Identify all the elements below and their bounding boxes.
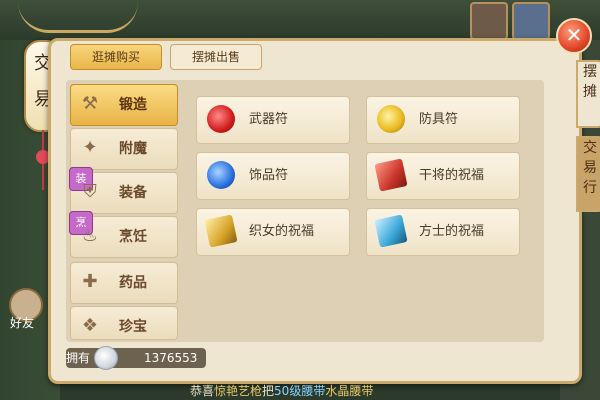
category-label: 装备 xyxy=(119,185,147,201)
category-label: 珍宝 xyxy=(119,319,147,335)
ticker-mid: 把 xyxy=(262,384,275,398)
hammer-icon: ⚒ xyxy=(81,93,99,114)
silver-coin-icon xyxy=(94,346,118,370)
top-ornament xyxy=(18,2,138,33)
friend-button[interactable]: 好友 xyxy=(6,288,46,330)
treasure-icon: ❖ xyxy=(81,315,99,336)
holding-amount: 1376553 xyxy=(144,351,198,365)
side-tab-char: 易 xyxy=(583,160,597,176)
system-ticker: 恭喜惊艳艺枪把50级腰带水晶腰带 xyxy=(190,382,570,400)
side-tab-char: 摊 xyxy=(583,84,597,100)
holding-label: 拥有 xyxy=(66,351,91,365)
item-name: 干将的祝福 xyxy=(419,168,485,183)
category-label: 附魔 xyxy=(119,141,147,157)
category-forge[interactable]: ⚒ 锻造 xyxy=(70,84,178,126)
category-label: 锻造 xyxy=(119,97,147,113)
tab-browse-buy[interactable]: 逛摊购买 xyxy=(70,44,162,70)
side-tab-char: 摆 xyxy=(583,64,597,80)
friend-label: 好友 xyxy=(10,316,35,330)
side-tab-char: 行 xyxy=(583,180,597,196)
red-scroll-icon xyxy=(374,158,408,192)
category-equipment[interactable]: 装 ⛨ 装备 xyxy=(69,167,178,214)
ticker-item: 50级腰带 xyxy=(274,384,326,398)
category-treasure[interactable]: ❖ 珍宝 xyxy=(70,306,178,340)
item-card[interactable]: 饰品符 xyxy=(196,152,350,200)
item-name: 方士的祝福 xyxy=(419,224,485,239)
side-tab-char: 交 xyxy=(583,140,597,156)
ticker-suffix: 水晶腰带 xyxy=(325,384,374,398)
category-label: 药品 xyxy=(119,275,147,291)
item-name: 武器符 xyxy=(249,112,289,127)
armor-icon: ⛨ xyxy=(83,181,97,202)
tab-stall-sell[interactable]: 摆摊出售 xyxy=(170,44,262,70)
side-tab-trading-house[interactable]: 交 易 行 xyxy=(576,136,600,212)
ticker-prefix: 恭喜 xyxy=(190,384,215,398)
blue-scroll-icon xyxy=(374,214,408,248)
red-talisman-icon xyxy=(207,105,235,133)
wand-icon: ✦ xyxy=(82,137,98,158)
medicine-icon: ✚ xyxy=(82,271,98,292)
yellow-talisman-icon xyxy=(377,105,405,133)
ticker-player-name: 惊艳艺枪 xyxy=(214,384,263,398)
cookpot-icon: ♨ xyxy=(81,225,99,246)
item-card[interactable]: 武器符 xyxy=(196,96,350,144)
item-card[interactable]: 干将的祝福 xyxy=(366,152,520,200)
category-enchant[interactable]: ✦ 附魔 xyxy=(70,128,178,170)
item-card[interactable]: 织女的祝福 xyxy=(196,208,350,256)
target-portrait[interactable] xyxy=(512,2,550,40)
item-card[interactable]: 方士的祝福 xyxy=(366,208,520,256)
item-name: 防具符 xyxy=(419,112,459,127)
item-card[interactable]: 防具符 xyxy=(366,96,520,144)
category-medicine[interactable]: ✚ 药品 xyxy=(70,262,178,304)
blue-talisman-icon xyxy=(207,161,235,189)
category-cooking[interactable]: 烹 ♨ 烹饪 xyxy=(69,211,178,258)
player-portrait[interactable] xyxy=(470,2,508,40)
close-button[interactable]: ✕ xyxy=(556,18,592,54)
category-label: 烹饪 xyxy=(119,229,147,245)
side-tab-stall[interactable]: 摆 摊 xyxy=(576,60,600,128)
gold-scroll-icon xyxy=(204,214,238,248)
currency-holding: 拥有 1376553 xyxy=(66,346,206,370)
item-name: 饰品符 xyxy=(249,168,289,183)
item-name: 织女的祝福 xyxy=(249,224,315,239)
